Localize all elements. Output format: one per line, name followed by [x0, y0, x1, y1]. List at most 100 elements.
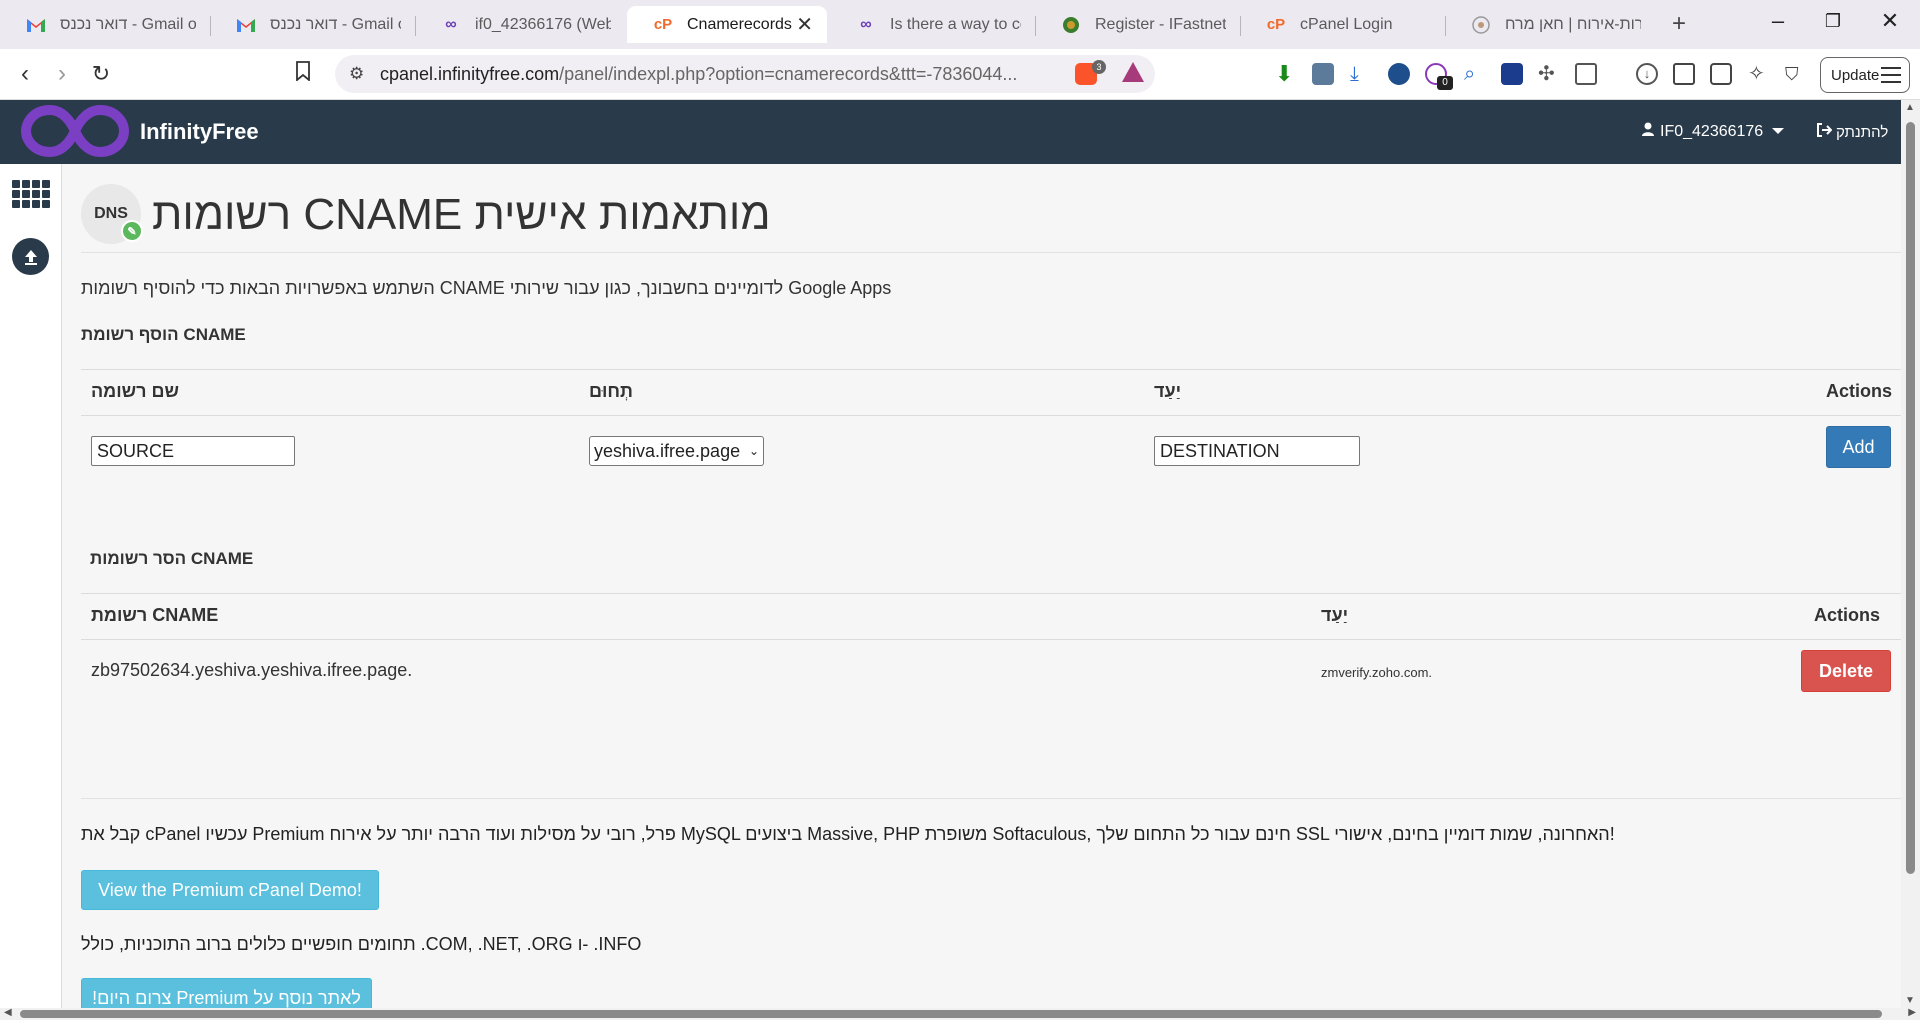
close-window-icon[interactable]: ✕ [1875, 8, 1905, 34]
puzzle-icon[interactable]: ✣ [1538, 63, 1560, 85]
upload-icon[interactable] [12, 238, 49, 275]
browser-tab[interactable]: Register - IFastnet [1035, 8, 1240, 41]
browser-toolbar: ‹ › ↻ ⚙ cpanel.infinityfree.com/panel/in… [0, 49, 1920, 100]
reader-icon[interactable] [1575, 63, 1597, 85]
address-bar[interactable]: ⚙ cpanel.infinityfree.com/panel/indexpl.… [335, 55, 1155, 93]
browser-tab[interactable]: cP cPanel Login [1240, 8, 1445, 41]
cpanel-icon: cP [653, 16, 673, 33]
free-domains-note: תחומים חופשיים כלולים ברוב התוכניות, כול… [81, 934, 642, 954]
tab-label: דירות-אירוח | חאן מרח [1505, 15, 1641, 33]
globe-extension-icon[interactable] [1388, 63, 1410, 85]
back-icon[interactable]: ‹ [10, 61, 40, 87]
tab-label: דואר נכנס - Gmail om [60, 15, 196, 33]
gmail-icon [26, 15, 46, 35]
update-label: Update [1831, 66, 1880, 84]
apps-grid-icon[interactable] [12, 180, 50, 210]
title-divider [81, 252, 1901, 253]
search-extension-icon[interactable]: ⌕ [1464, 63, 1486, 85]
tab-label: Is there a way to cont [890, 15, 1021, 33]
user-icon [1642, 122, 1654, 141]
extension-icon[interactable] [1312, 63, 1334, 85]
new-tab-icon[interactable]: + [1664, 10, 1694, 38]
infinityfree-logo-icon[interactable] [20, 102, 130, 160]
intro-text: השתמש באפשרויות הבאות כדי להוסיף רשומות … [81, 278, 892, 298]
tab-label: Cnamerecords [687, 15, 792, 33]
app-header: InfinityFree IF0_42366176 להתנתק [0, 100, 1920, 164]
sidebar [0, 164, 62, 1008]
vertical-scroll-thumb[interactable] [1906, 122, 1915, 874]
brand-name[interactable]: InfinityFree [140, 119, 259, 145]
gmail-icon [236, 15, 256, 35]
destination-input[interactable] [1154, 436, 1360, 466]
premium-upgrade-button[interactable]: !צרום היום Premium לאתר נוסף על [81, 978, 372, 1008]
sign-out-icon [1816, 123, 1833, 141]
browser-tab[interactable]: דואר נכנס - Gmail om [0, 8, 210, 41]
table-divider [81, 369, 1901, 370]
tab-label: Register - IFastnet [1095, 15, 1226, 33]
bookmark-icon[interactable] [288, 61, 318, 88]
browser-tab[interactable]: ∞ Is there a way to cont [830, 8, 1035, 41]
close-tab-icon[interactable]: ✕ [796, 12, 813, 37]
table-divider [81, 593, 1901, 594]
remove-cname-table: רשומת CNAME יַעַד Actions zb97502634.yes… [81, 593, 1901, 713]
add-cname-table: שם רשומה תְחוּם יַעַד Actions yeshiva.if… [81, 369, 1901, 484]
scroll-left-icon[interactable]: ◀ [4, 1007, 12, 1018]
col-cname-record: רשומת CNAME [91, 605, 219, 625]
leo-ai-icon[interactable]: ✧ [1748, 63, 1770, 85]
restore-icon[interactable]: ❐ [1818, 11, 1848, 32]
scroll-right-icon[interactable]: ▶ [1908, 1007, 1916, 1018]
bitwarden-icon[interactable] [1501, 63, 1523, 85]
browser-tab[interactable]: דואר נכנס - Gmail om [210, 8, 415, 41]
vpn-shield-icon[interactable]: ⛉ [1785, 63, 1807, 85]
horizontal-scrollbar[interactable]: ◀ ▶ [0, 1007, 1920, 1020]
download-circle-icon[interactable]: ↓ [1636, 63, 1658, 85]
col-actions: Actions [1814, 605, 1881, 625]
remove-section-heading: הסר רשומות CNAME [90, 549, 254, 568]
vertical-scrollbar[interactable]: ▲ ▼ [1901, 100, 1920, 1008]
username: IF0_42366176 [1660, 122, 1764, 140]
logout-button[interactable]: להתנתק [1816, 123, 1888, 141]
download-arrow-icon[interactable]: ⬇ [1275, 63, 1297, 85]
table-divider [81, 415, 1901, 416]
update-button[interactable]: Update [1820, 57, 1910, 93]
col-domain: תְחוּם [589, 381, 633, 401]
premium-promo-text: קבל את cPanel עכשיו Premium פרל, רובי על… [81, 824, 1615, 844]
reload-icon[interactable]: ↻ [86, 61, 116, 87]
main-content: DNS ✎ רשומות CNAME מותאמות אישית השתמש ב… [81, 164, 1901, 1008]
scroll-down-icon[interactable]: ▼ [1905, 995, 1915, 1006]
cpanel-icon: cP [1266, 16, 1286, 33]
downloads-icon[interactable]: ⤓ [1350, 63, 1372, 85]
tab-label: דואר נכנס - Gmail om [270, 15, 401, 33]
site-icon [1471, 15, 1491, 35]
user-menu[interactable]: IF0_42366176 [1642, 122, 1763, 141]
url-host: cpanel.infinityfree.com [380, 64, 560, 84]
ifastnet-icon [1061, 15, 1081, 35]
source-input[interactable] [91, 436, 295, 466]
delete-button[interactable]: Delete [1801, 650, 1891, 692]
menu-icon [1881, 67, 1901, 88]
brave-rewards-icon[interactable] [1122, 62, 1144, 82]
add-button[interactable]: Add [1826, 426, 1891, 468]
premium-demo-button[interactable]: View the Premium cPanel Demo! [81, 870, 379, 910]
browser-tab-active[interactable]: cP Cnamerecords ✕ [627, 6, 827, 43]
minimize-icon[interactable]: – [1763, 8, 1793, 34]
col-actions: Actions [1826, 381, 1893, 401]
domain-select[interactable]: yeshiva.ifree.page ⌄ [589, 436, 764, 466]
chevron-down-icon: ⌄ [748, 444, 759, 458]
chevron-down-icon[interactable] [1772, 128, 1784, 134]
scroll-up-icon[interactable]: ▲ [1905, 102, 1915, 113]
browser-tab[interactable]: דירות-אירוח | חאן מרח [1445, 8, 1655, 41]
edit-pencil-icon: ✎ [121, 220, 143, 242]
sidebar-toggle-icon[interactable] [1673, 63, 1695, 85]
horizontal-scroll-thumb[interactable] [20, 1010, 1882, 1018]
tab-label: cPanel Login [1300, 15, 1393, 33]
shields-count-badge: 3 [1092, 60, 1106, 74]
site-info-icon[interactable]: ⚙ [349, 64, 364, 84]
wallet-icon[interactable] [1710, 63, 1732, 85]
forward-icon[interactable]: › [47, 61, 77, 87]
url-path: /panel/indexpl.php?option=cnamerecords&t… [559, 64, 1018, 84]
add-section-heading: הוסף רשומת CNAME [81, 325, 246, 344]
address-url: cpanel.infinityfree.com/panel/indexpl.ph… [380, 64, 1355, 85]
cname-target-value: zmverify.zoho.com. [1321, 665, 1433, 680]
browser-tab[interactable]: ∞ if0_42366176 (Website [415, 8, 625, 41]
